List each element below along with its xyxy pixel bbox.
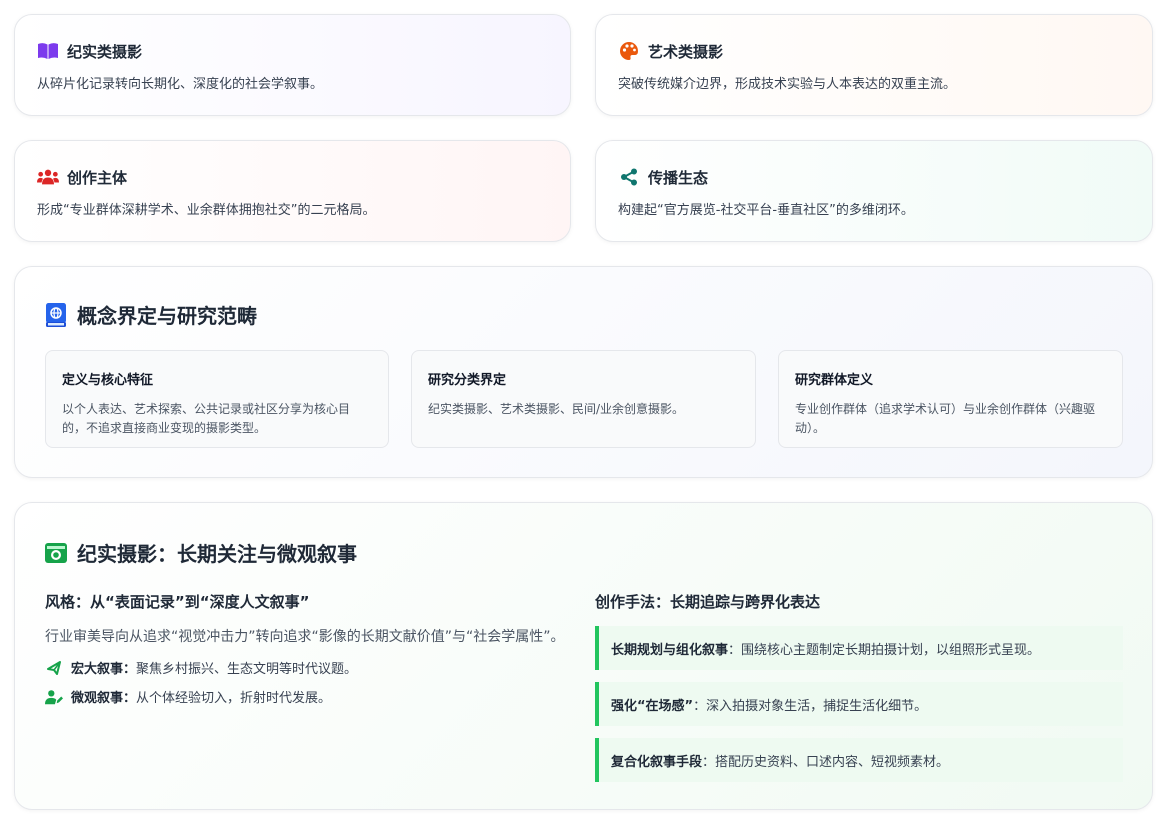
method-item: 复合化叙事手段 ：搭配历史资料、口述内容、短视频素材。	[595, 738, 1123, 782]
bullet-label: 宏大叙事：	[71, 662, 137, 677]
method-label: 强化“在场感”	[611, 698, 694, 714]
style-column: 风格：从“表面记录”到“深度人文叙事” 行业审美导向从追求“视觉冲击力”转向追求…	[45, 591, 575, 706]
card-creators: 创作主体 形成“专业群体深耕学术、业余群体拥抱社交”的二元格局。	[14, 140, 571, 242]
method-item: 长期规划与组化叙事 ：围绕核心主题制定长期拍摄计划，以组照形式呈现。	[595, 626, 1123, 670]
book-open-icon	[37, 41, 59, 61]
user-edit-icon	[45, 689, 63, 705]
users-icon	[37, 167, 59, 187]
list-item: 微观叙事： 从个体经验切入，折射时代发展。	[45, 687, 575, 706]
book-globe-icon	[45, 302, 67, 327]
camera-retro-icon	[45, 541, 67, 565]
section-title: 纪实摄影：长期关注与微观叙事	[77, 542, 357, 566]
bullhorn-icon	[45, 660, 63, 676]
box-description: 纪实类摄影、艺术类摄影、民间/业余创意摄影。	[428, 402, 685, 416]
method-column: 创作手法：长期追踪与跨界化表达 长期规划与组化叙事 ：围绕核心主题制定长期拍摄计…	[595, 591, 1123, 782]
style-intro: 行业审美导向从追求“视觉冲击力”转向追求“影像的长期文献价值”与“社会学属性”。	[45, 629, 565, 645]
box-description: 以个人表达、艺术探索、公共记录或社区分享为核心目的，不追求直接商业变现的摄影类型…	[62, 402, 351, 435]
box-title: 研究群体定义	[795, 373, 874, 388]
method-title: 创作手法：长期追踪与跨界化表达	[595, 593, 821, 611]
research-group-box: 研究群体定义 专业创作群体（追求学术认可）与业余创作群体（兴趣驱动）。	[778, 350, 1123, 448]
card-title: 传播生态	[648, 168, 709, 187]
definition-box: 定义与核心特征 以个人表达、艺术探索、公共记录或社区分享为核心目的，不追求直接商…	[45, 350, 389, 448]
box-title: 定义与核心特征	[62, 373, 154, 388]
box-title: 研究分类界定	[428, 373, 507, 388]
bullet-label: 微观叙事：	[71, 691, 137, 706]
card-description: 构建起“官方展览-社交平台-垂直社区”的多维闭环。	[618, 203, 914, 218]
palette-icon	[618, 41, 640, 61]
box-description: 专业创作群体（追求学术认可）与业余创作群体（兴趣驱动）。	[795, 402, 1096, 435]
style-title: 风格：从“表面记录”到“深度人文叙事”	[45, 593, 310, 611]
card-title: 艺术类摄影	[648, 42, 724, 61]
method-label: 长期规划与组化叙事	[611, 642, 729, 658]
card-description: 形成“专业群体深耕学术、业余群体拥抱社交”的二元格局。	[37, 203, 376, 218]
method-item: 强化“在场感” ：深入拍摄对象生活，捕捉生活化细节。	[595, 682, 1123, 726]
method-text: ：搭配历史资料、口述内容、短视频素材。	[702, 754, 950, 770]
card-description: 从碎片化记录转向长期化、深度化的社会学叙事。	[37, 77, 324, 92]
card-title: 纪实类摄影	[67, 42, 143, 61]
list-item: 宏大叙事： 聚焦乡村振兴、生态文明等时代议题。	[45, 658, 575, 677]
documentary-section: 纪实摄影：长期关注与微观叙事 风格：从“表面记录”到“深度人文叙事” 行业审美导…	[14, 502, 1153, 810]
classification-box: 研究分类界定 纪实类摄影、艺术类摄影、民间/业余创意摄影。	[411, 350, 756, 448]
bullet-text: 聚焦乡村振兴、生态文明等时代议题。	[136, 662, 358, 677]
card-title: 创作主体	[67, 168, 128, 187]
method-text: ：围绕核心主题制定长期拍摄计划，以组照形式呈现。	[728, 642, 1041, 658]
card-documentary-photography: 纪实类摄影 从碎片化记录转向长期化、深度化的社会学叙事。	[14, 14, 571, 116]
method-label: 复合化叙事手段	[611, 754, 703, 770]
card-distribution: 传播生态 构建起“官方展览-社交平台-垂直社区”的多维闭环。	[595, 140, 1153, 242]
share-nodes-icon	[618, 167, 640, 187]
bullet-text: 从个体经验切入，折射时代发展。	[136, 691, 332, 706]
method-text: ：深入拍摄对象生活，捕捉生活化细节。	[693, 698, 928, 714]
card-art-photography: 艺术类摄影 突破传统媒介边界，形成技术实验与人本表达的双重主流。	[595, 14, 1153, 116]
concept-section: 概念界定与研究范畴 定义与核心特征 以个人表达、艺术探索、公共记录或社区分享为核…	[14, 266, 1153, 478]
card-description: 突破传统媒介边界，形成技术实验与人本表达的双重主流。	[618, 77, 957, 92]
section-title: 概念界定与研究范畴	[77, 304, 257, 328]
